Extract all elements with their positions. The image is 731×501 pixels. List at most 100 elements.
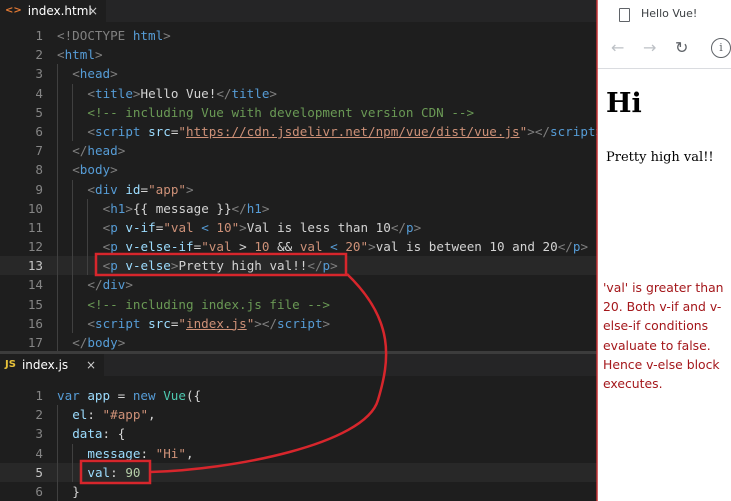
code-token: div (102, 277, 126, 293)
code-token: </ (87, 277, 103, 293)
code-line[interactable]: 1 <!DOCTYPE html> (0, 26, 597, 45)
code-line[interactable]: 4 message: "Hi", (0, 443, 597, 463)
tab-label: index.js (21, 358, 69, 372)
code-line[interactable]: 1 var app = new Vue({ (0, 386, 597, 405)
code-line[interactable]: 5 val: 90 (0, 462, 597, 482)
code-token: 90 (125, 464, 141, 480)
forward-arrow-icon[interactable]: → (643, 39, 656, 57)
code-token: <!-- including index.js file --> (87, 296, 331, 312)
code-token: > (261, 200, 270, 216)
code-line[interactable]: 3 data: { (0, 424, 597, 444)
code-token: "app" (148, 181, 187, 197)
code-line[interactable]: 11 <p v-if="val < 10">Val is less than 10… (0, 217, 597, 238)
code-token: val (87, 464, 111, 480)
code-token: = (110, 388, 133, 403)
line-number: 3 (35, 66, 43, 82)
indent-guide (57, 275, 58, 295)
indent-guide (57, 121, 58, 142)
code-token: > (132, 85, 141, 101)
code-line[interactable]: 2 <html> (0, 45, 597, 64)
code-line[interactable]: 13 <p v-else>Pretty high val!!</p> (0, 256, 597, 276)
code-token: : (140, 445, 156, 461)
code-token: } (72, 483, 80, 499)
close-icon[interactable]: × (86, 354, 96, 376)
code-token: > (368, 239, 376, 255)
code-line[interactable]: 17 </body> (0, 333, 597, 352)
code-token: p (110, 239, 118, 255)
code-token: </ (72, 143, 88, 159)
code-token: new (132, 388, 156, 403)
code-token: v-if (125, 219, 156, 235)
code-token: var (57, 388, 80, 403)
indent-guide (72, 83, 74, 103)
tab-index-html[interactable]: <> index.html × (0, 0, 106, 22)
code-text: <body> (72, 160, 118, 179)
code-token: > (125, 277, 133, 293)
line-number: 3 (35, 426, 43, 442)
indent-guide (72, 275, 74, 295)
code-line[interactable]: 14 </div> (0, 275, 597, 295)
indent-guide (72, 294, 74, 314)
code-line[interactable]: 6} (0, 481, 597, 501)
back-arrow-icon[interactable]: ← (611, 39, 624, 57)
indent-guide (72, 121, 74, 142)
code-line[interactable]: 9 <div id="app"> (0, 179, 597, 199)
code-token: > (330, 258, 338, 274)
line-number: 15 (27, 296, 43, 312)
code-token: 10 (246, 239, 278, 255)
info-icon[interactable]: i (711, 38, 731, 58)
code-text: <script src="https://cdn.jsdelivr.net/np… (87, 122, 597, 141)
js-code-area[interactable]: 1 var app = new Vue({2 el: "#app", 3 data: {… (0, 386, 597, 501)
code-line[interactable]: 7 </head> (0, 141, 597, 161)
code-line[interactable]: 16 <script src="index.js"></script> (0, 313, 597, 333)
code-line[interactable]: 2 el: "#app", (0, 405, 597, 425)
code-text: <!-- including index.js file --> (87, 295, 330, 314)
code-token: > (117, 335, 126, 350)
line-number: 12 (27, 239, 43, 255)
code-line[interactable]: 10 <h1>{{ message }}</h1> (0, 198, 597, 218)
line-number: 17 (27, 335, 43, 350)
code-token: script (94, 123, 141, 139)
code-token: </ (390, 219, 406, 235)
html-file-icon: <> (5, 5, 22, 16)
indent-guide (57, 405, 58, 425)
html-editor-pane[interactable]: <> index.html × 1 <!DOCTYPE html> 2 <html> 3… (0, 0, 597, 352)
code-text: <div id="app"> (87, 180, 193, 199)
code-token: html (64, 47, 95, 63)
code-token: < (72, 66, 80, 82)
code-token: > (186, 181, 194, 197)
code-line[interactable]: 8 <body> (0, 160, 597, 180)
reload-icon[interactable]: ↻ (675, 39, 688, 57)
indent-guide (87, 237, 89, 257)
code-line[interactable]: 4 <title>Hello Vue!</title> (0, 83, 597, 103)
js-file-icon: JS (5, 359, 16, 370)
indent-guide (57, 198, 58, 218)
code-token: </ (557, 239, 573, 255)
code-line[interactable]: 5 <!-- including Vue with development ver… (0, 102, 597, 122)
code-line[interactable]: 3 <head> (0, 64, 597, 84)
code-line[interactable]: 12 <p v-else-if="val > 10 && val < 20">va… (0, 237, 597, 257)
code-token: p (322, 258, 331, 274)
code-text: message: "Hi", (87, 444, 193, 463)
code-text: </body> (72, 333, 125, 352)
code-text: <!-- including Vue with development vers… (87, 103, 474, 122)
code-token: el (72, 407, 88, 423)
code-token: h1 (110, 200, 126, 216)
browser-toolbar: ← → ↻ i (597, 30, 731, 69)
line-number: 7 (35, 143, 43, 159)
code-token: " (178, 123, 187, 139)
code-token: https://cdn.jsdelivr.net/npm/vue/dist/vu… (186, 123, 520, 139)
code-token: > (94, 47, 103, 63)
close-icon[interactable]: × (88, 0, 98, 22)
js-editor-pane[interactable]: JS index.js × 1 var app = new Vue({2 el: "… (0, 354, 597, 501)
indent-guide (57, 64, 58, 84)
indent-guide (72, 237, 74, 257)
indent-guide (72, 462, 74, 482)
code-token: <!-- including Vue with development vers… (87, 104, 475, 120)
html-code-area[interactable]: 1 <!DOCTYPE html> 2 <html> 3 <head> 4 <title>He… (0, 26, 597, 352)
code-line[interactable]: 15 <!-- including index.js file --> (0, 294, 597, 314)
tab-index-js[interactable]: JS index.js × (0, 354, 104, 376)
code-line[interactable]: 6 <script src="https://cdn.jsdelivr.net/n… (0, 121, 597, 142)
code-token: title (94, 85, 133, 101)
browser-tab[interactable]: Hello Vue! (597, 0, 731, 30)
